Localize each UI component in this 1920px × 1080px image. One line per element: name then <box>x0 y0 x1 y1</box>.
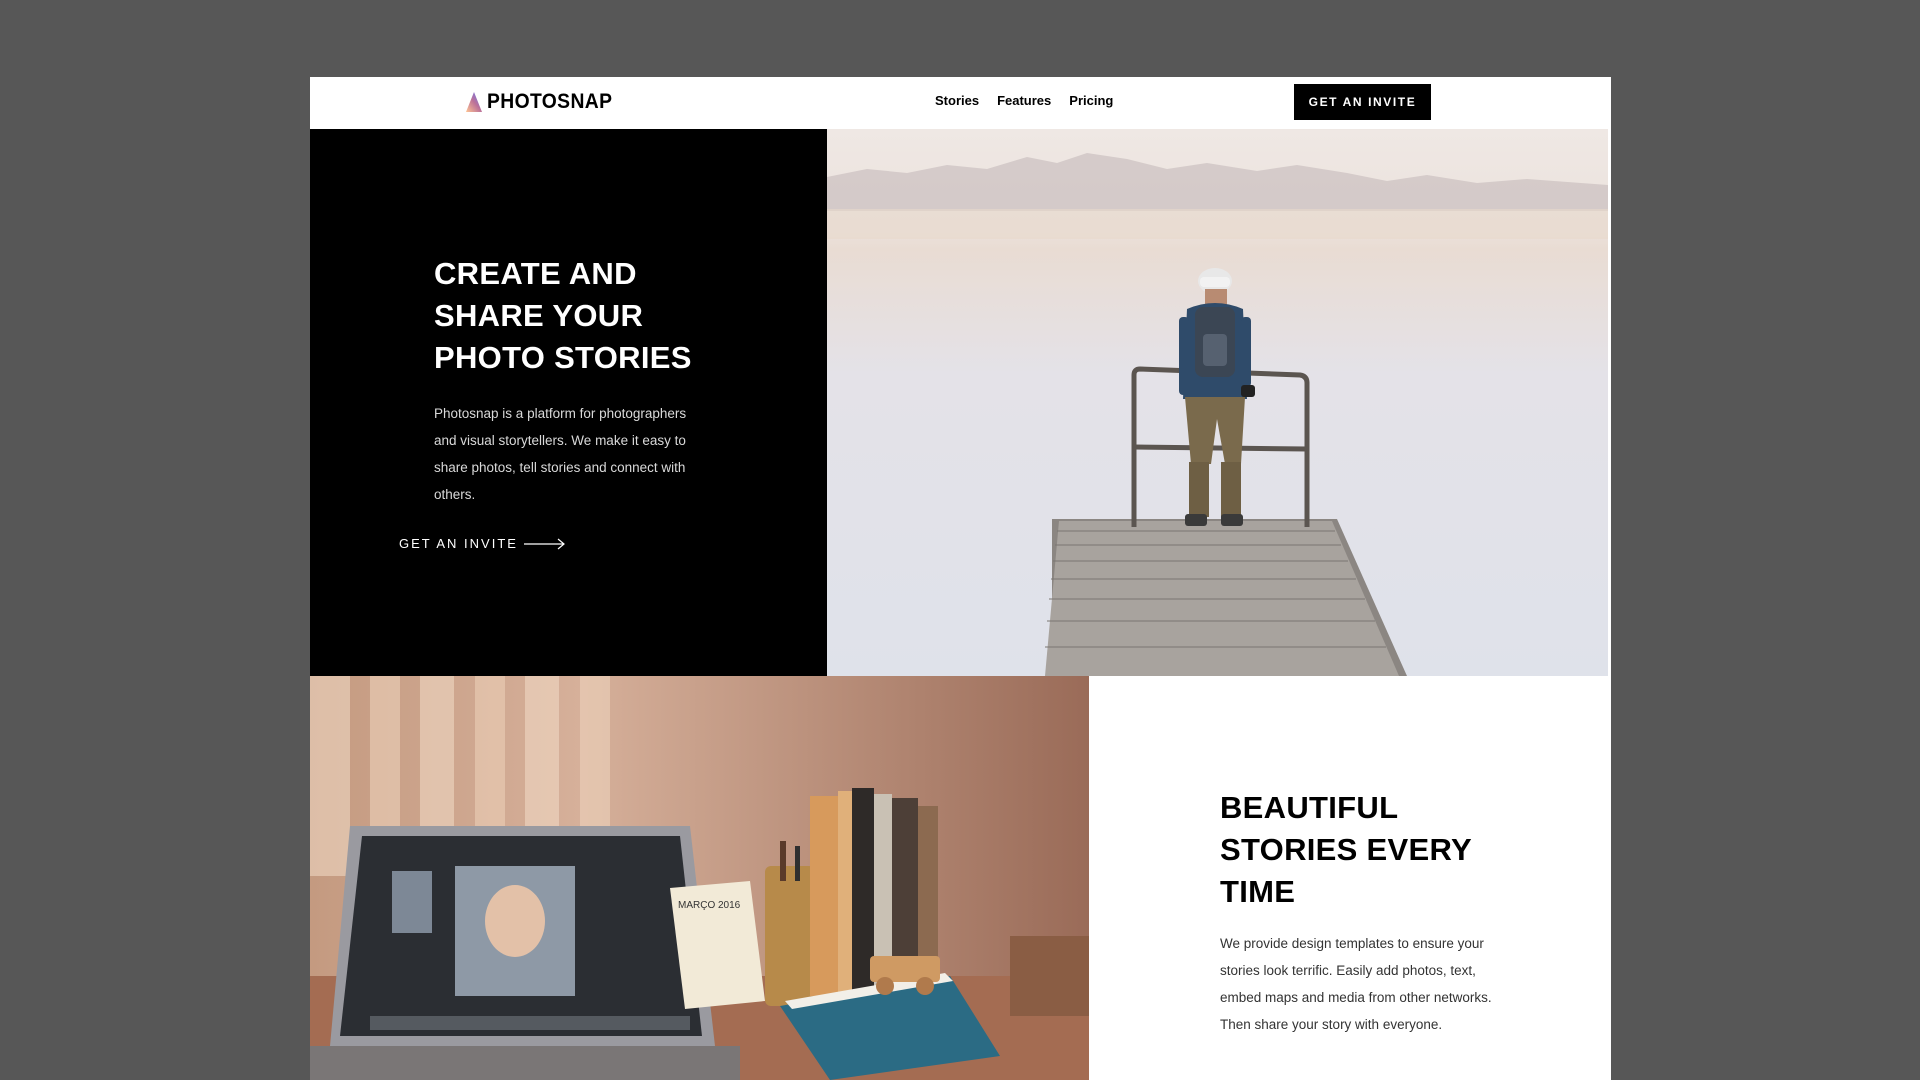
hero-title-line: CREATE AND <box>434 256 637 291</box>
logo-text: PHOTOSNAP <box>487 90 613 113</box>
calendar-label: MARÇO 2016 <box>678 900 741 911</box>
feature-photo-illustration: MARÇO 2016 <box>310 676 1089 1080</box>
site-header: PHOTOSNAP Stories Features Pricing GET A… <box>310 77 1611 129</box>
nav-link-pricing[interactable]: Pricing <box>1069 93 1113 108</box>
logo-triangle-icon <box>466 92 482 112</box>
hero-text-panel: CREATE AND SHARE YOUR PHOTO STORIES Phot… <box>310 129 827 676</box>
nav-link-features[interactable]: Features <box>997 93 1051 108</box>
hero-description: Photosnap is a platform for photographer… <box>434 406 687 502</box>
arrow-right-icon <box>523 538 565 549</box>
feature-title-line: TIME <box>1220 874 1296 909</box>
hero-title: CREATE AND SHARE YOUR PHOTO STORIES <box>434 253 734 379</box>
hero-get-invite-link[interactable]: GET AN INVITE <box>399 536 566 551</box>
logo[interactable]: PHOTOSNAP <box>466 88 623 116</box>
hero-photo-illustration <box>827 129 1608 676</box>
hero-title-line: SHARE YOUR <box>434 298 644 333</box>
nav-link-stories[interactable]: Stories <box>935 93 979 108</box>
main-nav: Stories Features Pricing <box>935 93 1113 108</box>
feature-title-line: BEAUTIFUL <box>1220 790 1399 825</box>
hero-get-invite-label: GET AN INVITE <box>399 536 518 551</box>
feature-text-panel: BEAUTIFUL STORIES EVERY TIME We provide … <box>1089 676 1611 1080</box>
hero-image <box>827 129 1608 676</box>
feature-image: MARÇO 2016 <box>310 676 1089 1080</box>
get-invite-button[interactable]: GET AN INVITE <box>1294 84 1431 120</box>
landing-page: PHOTOSNAP Stories Features Pricing GET A… <box>310 77 1611 1080</box>
hero-title-line: PHOTO STORIES <box>434 340 692 375</box>
feature-title: BEAUTIFUL STORIES EVERY TIME <box>1220 787 1520 913</box>
feature-title-line: STORIES EVERY <box>1220 832 1472 867</box>
feature-description: We provide design templates to ensure yo… <box>1220 936 1492 1032</box>
